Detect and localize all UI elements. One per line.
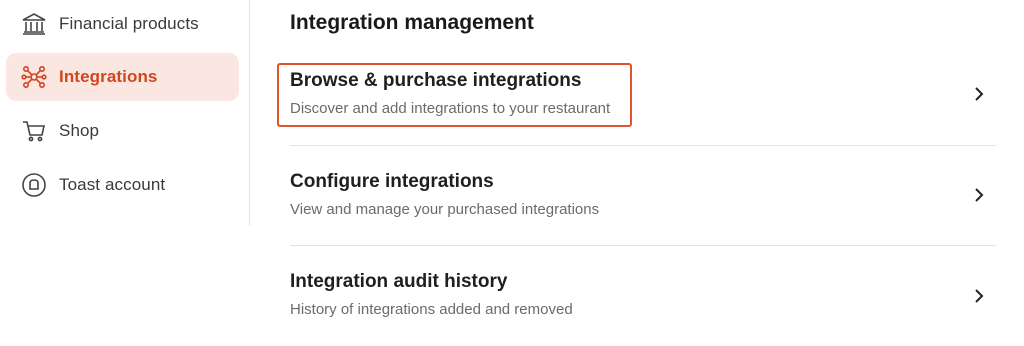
bank-icon — [20, 10, 48, 38]
divider — [290, 245, 996, 246]
row-title: Configure integrations — [290, 171, 494, 192]
sidebar-item-label: Integrations — [59, 67, 158, 86]
browse-purchase-integrations-row[interactable]: Browse & purchase integrations Discover … — [290, 62, 996, 126]
row-description: View and manage your purchased integrati… — [290, 201, 600, 218]
divider — [290, 145, 996, 146]
chevron-right-icon — [975, 289, 984, 303]
page-title: Integration management — [290, 11, 534, 34]
sidebar-item-label: Shop — [59, 121, 100, 140]
row-description: History of integrations added and remove… — [290, 301, 573, 318]
sidebar-item-label: Financial products — [59, 14, 199, 33]
cart-icon — [20, 117, 48, 145]
row-title: Integration audit history — [290, 271, 508, 292]
row-description: Discover and add integrations to your re… — [290, 100, 611, 117]
chevron-right-icon — [975, 87, 984, 101]
sidebar-item-label: Toast account — [59, 175, 166, 194]
sidebar-item-toast-account[interactable]: Toast account — [6, 161, 239, 209]
sidebar-item-shop[interactable]: Shop — [6, 107, 239, 155]
chevron-right-icon — [975, 188, 984, 202]
sidebar-item-integrations[interactable]: Integrations — [6, 53, 239, 101]
row-title: Browse & purchase integrations — [290, 70, 582, 91]
toast-account-icon — [20, 171, 48, 199]
network-icon — [20, 63, 48, 91]
sidebar-item-financial-products[interactable]: Financial products — [6, 0, 239, 48]
integration-audit-history-row[interactable]: Integration audit history History of int… — [290, 263, 996, 327]
configure-integrations-row[interactable]: Configure integrations View and manage y… — [290, 163, 996, 227]
sidebar: Financial products Integrations Shop Toa… — [0, 0, 250, 226]
